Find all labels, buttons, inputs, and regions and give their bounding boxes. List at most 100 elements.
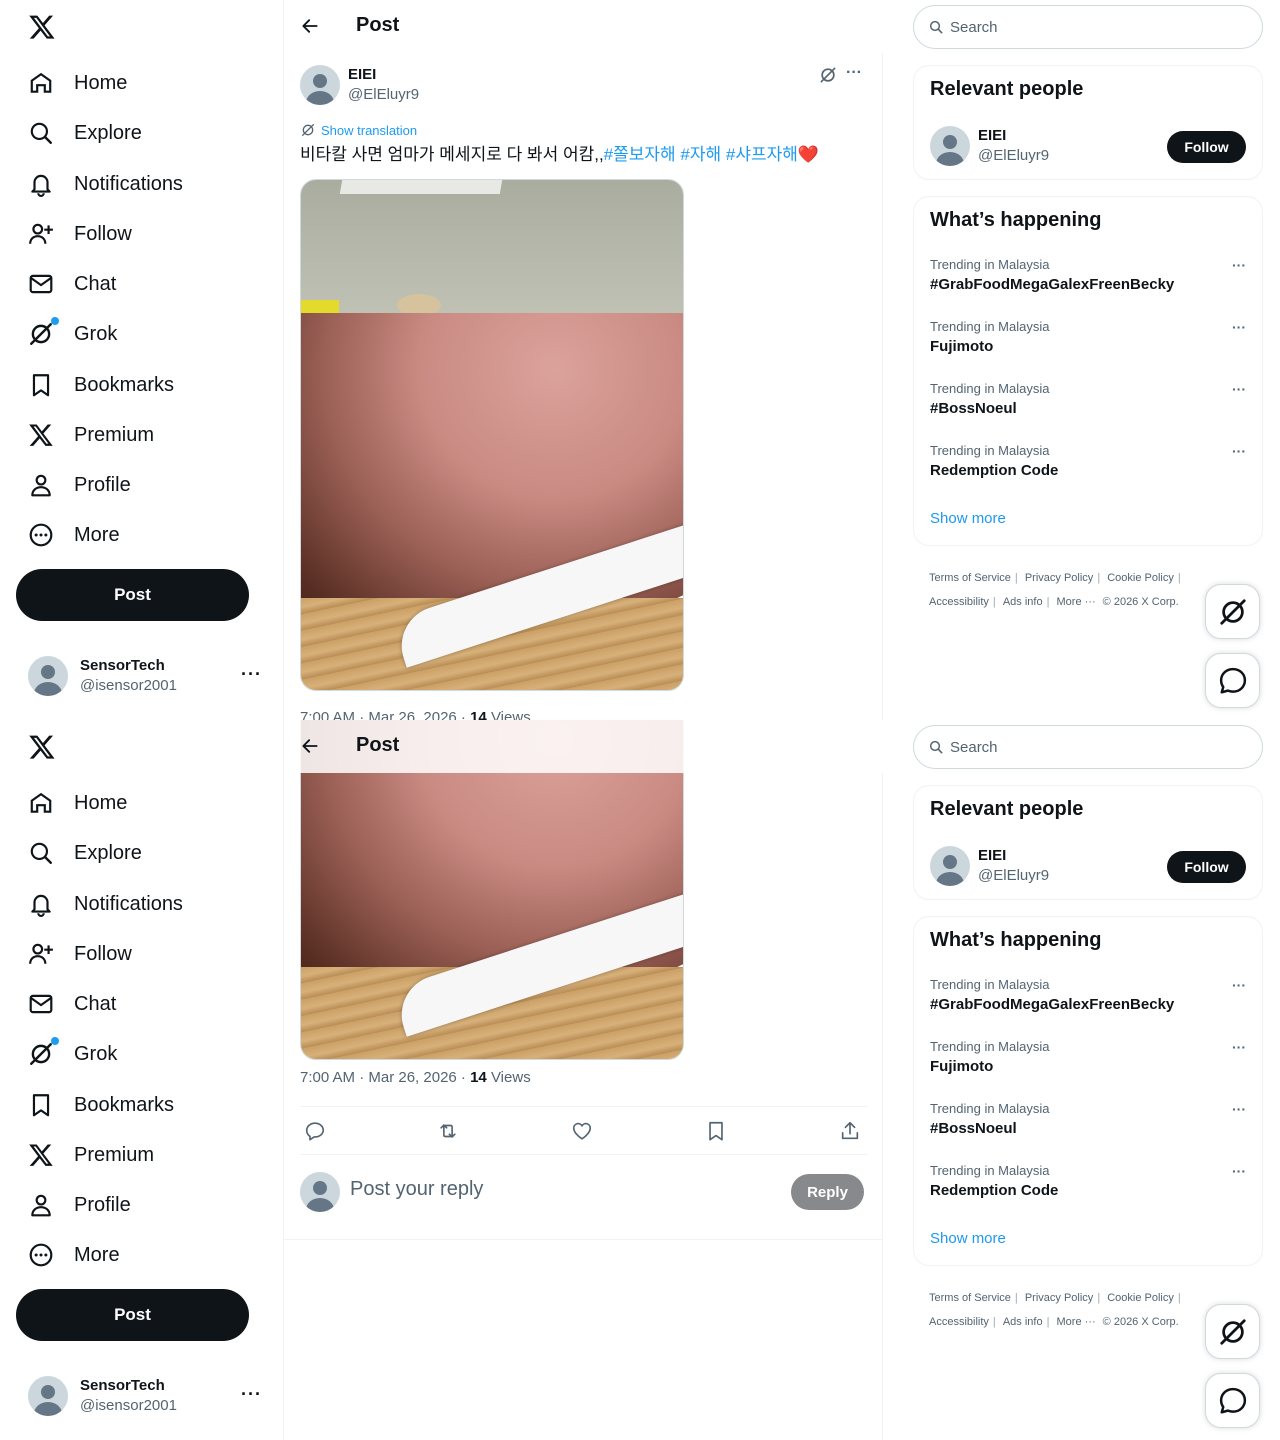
more-icon[interactable]: ··· (1232, 443, 1246, 459)
nav-more[interactable]: More (16, 513, 132, 557)
search-input[interactable] (950, 18, 1250, 36)
author-handle[interactable]: @ElEluyr9 (348, 85, 419, 105)
grok-floating-button[interactable] (1205, 1304, 1260, 1359)
show-more-link[interactable]: Show more (930, 1230, 1006, 1247)
show-translation-link[interactable]: Show translation (300, 122, 417, 138)
grok-icon[interactable] (818, 65, 838, 85)
chat-floating-button[interactable] (1205, 653, 1260, 708)
x-logo-icon[interactable] (28, 732, 56, 762)
trend-item[interactable]: Trending in Malaysia Redemption Code ··· (930, 443, 1248, 493)
more-icon[interactable]: ··· (241, 1384, 262, 1405)
bookmark-icon[interactable] (705, 1120, 727, 1142)
more-icon[interactable]: ··· (1232, 977, 1246, 993)
more-icon[interactable]: ··· (241, 664, 262, 685)
nav-bookmarks[interactable]: Bookmarks (16, 1083, 186, 1127)
more-link[interactable]: More ··· (1057, 590, 1096, 614)
reply-button[interactable]: Reply (791, 1174, 864, 1210)
trend-item[interactable]: Trending in Malaysia Fujimoto ··· (930, 319, 1248, 369)
nav-chat[interactable]: Chat (16, 262, 128, 306)
ads-info-link[interactable]: Ads info (1003, 590, 1043, 614)
share-icon[interactable] (839, 1120, 861, 1142)
search-box[interactable] (913, 725, 1263, 769)
x-logo-icon[interactable] (28, 12, 56, 42)
nav-more[interactable]: More (16, 1233, 132, 1277)
post-button[interactable]: Post (16, 569, 249, 621)
more-icon[interactable]: ··· (846, 64, 862, 82)
account-switcher[interactable]: SensorTech @isensor2001 ··· (16, 1368, 270, 1424)
nav-notifications[interactable]: Notifications (16, 882, 195, 926)
nav-profile[interactable]: Profile (16, 1183, 143, 1227)
author-name[interactable]: EIEI (348, 65, 419, 85)
reply-icon[interactable] (304, 1120, 326, 1142)
cookie-link[interactable]: Cookie Policy (1107, 1286, 1174, 1310)
search-input[interactable] (950, 738, 1250, 756)
nav-chat[interactable]: Chat (16, 982, 128, 1026)
accessibility-link[interactable]: Accessibility (929, 590, 989, 614)
nav-notifications[interactable]: Notifications (16, 162, 195, 206)
retweet-icon[interactable] (437, 1120, 459, 1142)
nav-grok[interactable]: Grok (16, 1032, 129, 1076)
tweet-author[interactable]: EIEI @ElEluyr9 (300, 65, 419, 105)
avatar[interactable] (300, 65, 340, 105)
nav-explore[interactable]: Explore (16, 111, 154, 155)
more-icon[interactable]: ··· (1232, 1101, 1246, 1117)
tweet-time[interactable]: 7:00 AM · Mar 26, 2026 · (300, 1069, 470, 1086)
nav-home[interactable]: Home (16, 781, 139, 825)
ads-info-link[interactable]: Ads info (1003, 1310, 1043, 1334)
like-icon[interactable] (571, 1120, 593, 1142)
more-icon[interactable]: ··· (1232, 1163, 1246, 1179)
person-row[interactable]: EIEI @ElEluyr9 (930, 846, 1049, 886)
nav-home[interactable]: Home (16, 61, 139, 105)
more-link[interactable]: More ··· (1057, 1310, 1096, 1334)
trend-item[interactable]: Trending in Malaysia Redemption Code ··· (930, 1163, 1248, 1213)
hashtag-link[interactable]: #쫄보자해 (604, 145, 676, 164)
hashtag-link[interactable]: #자해 (680, 145, 721, 164)
back-arrow-icon[interactable] (300, 16, 320, 36)
more-icon[interactable]: ··· (1232, 257, 1246, 273)
tweet-time[interactable]: 7:00 AM · Mar 26, 2026 · (300, 709, 470, 720)
trend-item[interactable]: Trending in Malaysia #GrabFoodMegaGalexF… (930, 257, 1248, 307)
trend-item[interactable]: Trending in Malaysia #GrabFoodMegaGalexF… (930, 977, 1248, 1027)
trend-item[interactable]: Trending in Malaysia #BossNoeul ··· (930, 381, 1248, 431)
more-icon[interactable]: ··· (1232, 319, 1246, 335)
avatar[interactable] (930, 846, 970, 886)
nav-profile[interactable]: Profile (16, 463, 143, 507)
tweet-timestamp[interactable]: 7:00 AM · Mar 26, 2026 · 14 Views (300, 1069, 531, 1086)
person-handle[interactable]: @ElEluyr9 (978, 866, 1049, 886)
follow-button[interactable]: Follow (1167, 851, 1246, 883)
post-button[interactable]: Post (16, 1289, 249, 1341)
privacy-link[interactable]: Privacy Policy (1025, 566, 1093, 590)
grok-floating-button[interactable] (1205, 584, 1260, 639)
terms-link[interactable]: Terms of Service (929, 1286, 1011, 1310)
follow-button[interactable]: Follow (1167, 131, 1246, 163)
account-switcher[interactable]: SensorTech @isensor2001 ··· (16, 648, 270, 704)
back-arrow-icon[interactable] (300, 736, 320, 756)
trend-item[interactable]: Trending in Malaysia Fujimoto ··· (930, 1039, 1248, 1089)
cookie-link[interactable]: Cookie Policy (1107, 566, 1174, 590)
nav-bookmarks[interactable]: Bookmarks (16, 363, 186, 407)
avatar[interactable] (930, 126, 970, 166)
more-icon[interactable]: ··· (1232, 1039, 1246, 1055)
nav-premium[interactable]: Premium (16, 1133, 166, 1177)
accessibility-link[interactable]: Accessibility (929, 1310, 989, 1334)
search-box[interactable] (913, 5, 1263, 49)
trend-item[interactable]: Trending in Malaysia #BossNoeul ··· (930, 1101, 1248, 1151)
terms-link[interactable]: Terms of Service (929, 566, 1011, 590)
nav-grok[interactable]: Grok (16, 312, 129, 356)
tweet-photo[interactable] (300, 179, 684, 691)
privacy-link[interactable]: Privacy Policy (1025, 1286, 1093, 1310)
person-name[interactable]: EIEI (978, 126, 1049, 146)
person-handle[interactable]: @ElEluyr9 (978, 146, 1049, 166)
nav-premium[interactable]: Premium (16, 413, 166, 457)
person-name[interactable]: EIEI (978, 846, 1049, 866)
reply-input[interactable] (350, 1178, 770, 1201)
nav-follow[interactable]: Follow (16, 932, 144, 976)
person-row[interactable]: EIEI @ElEluyr9 (930, 126, 1049, 166)
nav-explore[interactable]: Explore (16, 831, 154, 875)
nav-follow[interactable]: Follow (16, 212, 144, 256)
more-icon[interactable]: ··· (1232, 381, 1246, 397)
chat-floating-button[interactable] (1205, 1373, 1260, 1428)
tweet-timestamp[interactable]: 7:00 AM · Mar 26, 2026 · 14 Views (300, 709, 531, 720)
show-more-link[interactable]: Show more (930, 510, 1006, 527)
hashtag-link[interactable]: #샤프자해 (726, 145, 798, 164)
